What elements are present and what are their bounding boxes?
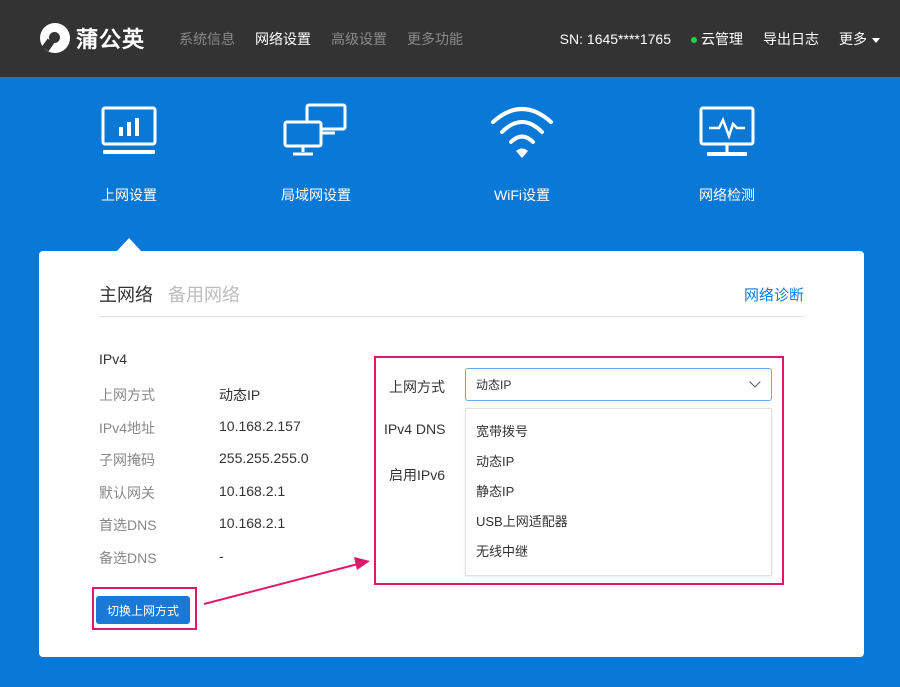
option-wireless-relay[interactable]: 无线中继 bbox=[466, 543, 771, 573]
active-category-pointer bbox=[117, 238, 141, 251]
brand-name: 蒲公英 bbox=[76, 27, 146, 52]
button-highlight-box bbox=[92, 587, 197, 630]
category-wifi-settings[interactable]: WiFi设置 bbox=[462, 100, 582, 205]
info-row: IPv4地址 10.168.2.157 bbox=[99, 418, 309, 451]
info-key: 默认网关 bbox=[99, 484, 155, 501]
header-right: SN: 1645****1765 云管理 导出日志 更多 bbox=[560, 29, 880, 49]
info-value: 动态IP bbox=[219, 387, 261, 403]
category-label: 上网设置 bbox=[101, 187, 157, 203]
tabs-divider bbox=[99, 316, 804, 317]
info-value: 10.168.2.1 bbox=[219, 515, 286, 531]
main-nav: 系统信息 网络设置 高级设置 更多功能 bbox=[179, 29, 463, 49]
nav-advanced-settings[interactable]: 高级设置 bbox=[331, 29, 387, 49]
wifi-icon bbox=[491, 107, 553, 158]
connection-mode-dropdown: 宽带拨号 动态IP 静态IP USB上网适配器 无线中继 bbox=[465, 408, 772, 576]
network-tabs: 主网络 备用网络 bbox=[99, 281, 240, 307]
sn-value: 1645****1765 bbox=[586, 31, 671, 47]
cloud-manage-link[interactable]: 云管理 bbox=[691, 29, 743, 49]
category-label: WiFi设置 bbox=[494, 187, 550, 203]
info-key: 上网方式 bbox=[99, 387, 155, 403]
connection-mode-select[interactable]: 动态IP bbox=[465, 368, 772, 401]
category-lan-settings[interactable]: 局域网设置 bbox=[256, 100, 376, 205]
option-dhcp[interactable]: 动态IP bbox=[466, 453, 771, 483]
info-key: 首选DNS bbox=[99, 517, 157, 533]
top-bar: 蒲公英 系统信息 网络设置 高级设置 更多功能 SN: 1645****1765… bbox=[0, 0, 900, 77]
info-row: 备选DNS - bbox=[99, 548, 309, 581]
info-row: 子网掩码 255.255.255.0 bbox=[99, 450, 309, 483]
more-menu[interactable]: 更多 bbox=[839, 29, 880, 49]
category-internet-settings[interactable]: 上网设置 bbox=[69, 100, 189, 205]
nav-network-settings[interactable]: 网络设置 bbox=[255, 29, 311, 49]
category-label: 网络检测 bbox=[699, 187, 755, 203]
tab-main-network[interactable]: 主网络 bbox=[99, 285, 153, 305]
info-row: 默认网关 10.168.2.1 bbox=[99, 483, 309, 516]
info-row: 上网方式 动态IP bbox=[99, 385, 309, 418]
online-dot-icon bbox=[691, 37, 697, 44]
ipv4-info: IPv4 上网方式 动态IP IPv4地址 10.168.2.157 子网掩码 255… bbox=[99, 351, 309, 580]
network-diagnose-link[interactable]: 网络诊断 bbox=[744, 284, 804, 305]
tab-backup-network[interactable]: 备用网络 bbox=[168, 285, 240, 305]
info-value: 255.255.255.0 bbox=[219, 450, 309, 466]
info-key: IPv4地址 bbox=[99, 419, 156, 436]
category-label: 局域网设置 bbox=[281, 187, 351, 203]
nav-system-info[interactable]: 系统信息 bbox=[179, 29, 235, 49]
serial-number: SN: 1645****1765 bbox=[560, 31, 671, 47]
chevron-down-icon bbox=[749, 376, 761, 388]
caret-down-icon bbox=[872, 37, 880, 43]
network-monitor-icon bbox=[699, 106, 755, 156]
option-usb-adapter[interactable]: USB上网适配器 bbox=[466, 513, 771, 543]
info-key: 子网掩码 bbox=[99, 452, 155, 468]
option-static-ip[interactable]: 静态IP bbox=[466, 483, 771, 513]
info-row: 首选DNS 10.168.2.1 bbox=[99, 515, 309, 548]
nav-more-features[interactable]: 更多功能 bbox=[407, 29, 463, 49]
export-log-link[interactable]: 导出日志 bbox=[763, 29, 819, 49]
info-value: 10.168.2.1 bbox=[219, 482, 286, 499]
selected-value: 动态IP bbox=[476, 378, 512, 392]
info-value: 10.168.2.157 bbox=[219, 417, 301, 434]
monitor-chart-icon bbox=[101, 106, 157, 154]
info-key: 备选DNS bbox=[99, 549, 157, 566]
cloud-label: 云管理 bbox=[701, 31, 743, 47]
sn-label: SN: bbox=[559, 31, 584, 47]
ipv4-heading: IPv4 bbox=[99, 351, 128, 367]
more-label: 更多 bbox=[839, 31, 867, 47]
enable-ipv6-label: 启用IPv6 bbox=[389, 467, 446, 483]
connection-mode-label: 上网方式 bbox=[389, 379, 445, 395]
dandelion-logo-icon bbox=[40, 23, 70, 53]
lan-computers-icon bbox=[283, 103, 347, 156]
option-pppoe[interactable]: 宽带拨号 bbox=[466, 423, 771, 453]
info-value: - bbox=[219, 547, 224, 564]
category-network-detection[interactable]: 网络检测 bbox=[667, 100, 787, 205]
brand-logo[interactable]: 蒲公英 bbox=[40, 22, 145, 54]
ipv4-dns-label: IPv4 DNS bbox=[384, 421, 446, 437]
